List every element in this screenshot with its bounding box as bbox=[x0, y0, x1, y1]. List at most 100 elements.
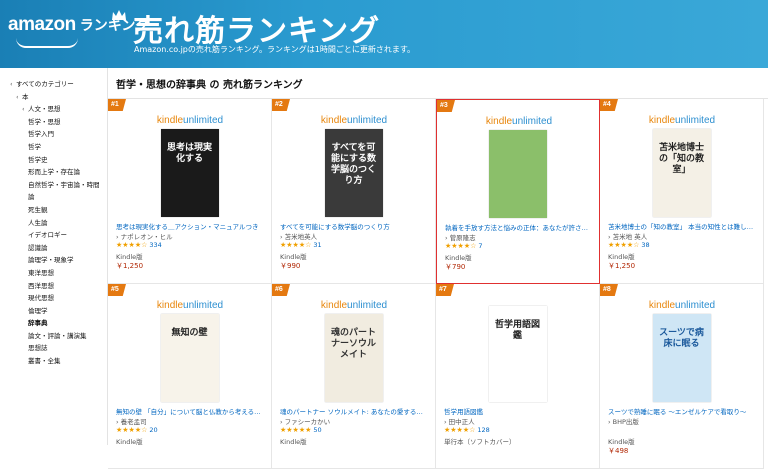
sidebar-item[interactable]: 倫理学 bbox=[10, 305, 107, 318]
book-title-link[interactable]: スーツで熟睡に眠る ～エンゼルケアで看取り～ bbox=[608, 406, 758, 416]
book-title-link[interactable]: 無知の壁 「自分」について脳と仏教から考える… bbox=[116, 406, 266, 416]
book-card[interactable]: #3 kindleunlimited 執着を手放す方法と悩みの正体：あなたが許さ… ›… bbox=[436, 99, 600, 284]
book-author: › ファシーカかい bbox=[280, 418, 331, 426]
page-subtitle: Amazon.co.jpの売れ筋ランキング。ランキングは1時間ごとに更新されます… bbox=[134, 45, 416, 54]
sidebar-item[interactable]: 辞事典 bbox=[10, 317, 107, 330]
star-rating[interactable]: ★★★★☆ 334 bbox=[116, 241, 162, 249]
book-title-link[interactable]: 苫米地博士の「知の教室」 本当の知性とは難し… bbox=[608, 221, 758, 231]
book-card[interactable]: #7 哲学用語図鑑 哲学用語図鑑 › 田中正人 ★★★★☆ 128 単行本（ソフトカバー） bbox=[436, 284, 600, 469]
sidebar-item[interactable]: ‹ 人文・思想 bbox=[10, 103, 107, 116]
book-title-link[interactable]: すべてを可能にする数学脳のつくり方 bbox=[280, 221, 430, 231]
book-format: Kindle版 bbox=[608, 253, 635, 261]
book-card[interactable]: #1 kindleunlimited 思考は現実化する 思考は現実化する＿アクション・… bbox=[108, 99, 272, 284]
sidebar-item[interactable]: イデオロギー bbox=[10, 229, 107, 242]
amazon-ranking-logo[interactable]: amazon ランキング bbox=[8, 14, 149, 48]
book-title-link[interactable]: 哲学用語図鑑 bbox=[444, 406, 594, 416]
book-cover-image[interactable]: 哲学用語図鑑 bbox=[488, 306, 547, 402]
book-cover-title: すべてを可能にする数学脳のつくり方 bbox=[330, 143, 377, 186]
sidebar-item[interactable]: 思想誌 bbox=[10, 342, 107, 355]
review-count[interactable]: 20 bbox=[149, 426, 157, 434]
book-card[interactable]: #5 kindleunlimited 無知の壁 無知の壁 「自分」について脳と仏教から… bbox=[108, 284, 272, 469]
sidebar-item-label: 叢書・全集 bbox=[28, 357, 61, 366]
sidebar-item[interactable]: 哲学 bbox=[10, 141, 107, 154]
book-author: › 菅原隆志 bbox=[445, 234, 476, 242]
star-rating[interactable]: ★★★★☆ 7 bbox=[445, 242, 483, 250]
kindle-unlimited-logo: kindleunlimited bbox=[600, 115, 764, 126]
sidebar-item[interactable]: 人生論 bbox=[10, 217, 107, 230]
sidebar-item[interactable]: 形而上学・存在論 bbox=[10, 166, 107, 179]
book-author: › 養老孟司 bbox=[116, 418, 147, 426]
rank-badge: #2 bbox=[272, 99, 290, 111]
book-cover-image[interactable]: 魂のパートナーソウルメイト bbox=[324, 314, 383, 402]
ku-unlimited-text: unlimited bbox=[347, 300, 388, 311]
stars-icon: ★★★★☆ bbox=[116, 241, 148, 249]
review-count[interactable]: 38 bbox=[641, 241, 649, 249]
sidebar-item[interactable]: 論 bbox=[10, 191, 107, 204]
stars-icon: ★★★★☆ bbox=[608, 241, 640, 249]
book-cover-title bbox=[489, 130, 547, 144]
sidebar-item[interactable]: 認識論 bbox=[10, 242, 107, 255]
book-cover-image[interactable]: スーツで病床に眠る bbox=[652, 314, 711, 402]
book-price: ￥990 bbox=[280, 262, 301, 270]
review-count[interactable]: 31 bbox=[313, 241, 321, 249]
sidebar-item[interactable]: 論文・評論・講演集 bbox=[10, 330, 107, 343]
book-format: Kindle版 bbox=[445, 254, 472, 262]
ku-unlimited-text: unlimited bbox=[183, 300, 224, 311]
star-rating[interactable]: ★★★★☆ 20 bbox=[116, 426, 158, 434]
sidebar-item[interactable]: 現代思想 bbox=[10, 292, 107, 305]
sidebar-item[interactable]: 東洋思想 bbox=[10, 267, 107, 280]
book-cover-image[interactable]: すべてを可能にする数学脳のつくり方 bbox=[324, 129, 383, 217]
book-title-link[interactable]: 思考は現実化する＿アクション・マニュアルつき bbox=[116, 221, 266, 231]
review-count[interactable]: 50 bbox=[313, 426, 321, 434]
sidebar-item-label: 論 bbox=[28, 193, 35, 202]
sidebar-item[interactable]: ‹ 本 bbox=[10, 91, 107, 104]
book-card[interactable]: #6 kindleunlimited 魂のパートナーソウルメイト 魂のパートナー ソウ… bbox=[272, 284, 436, 469]
sidebar-item-label: 現代思想 bbox=[28, 294, 54, 303]
sidebar-item[interactable]: 西洋思想 bbox=[10, 280, 107, 293]
sidebar-item-label: 哲学 bbox=[28, 142, 41, 151]
sidebar-item[interactable]: 論理学・現象学 bbox=[10, 254, 107, 267]
star-rating[interactable]: ★★★★★ 50 bbox=[280, 426, 322, 434]
kindle-unlimited-logo: kindleunlimited bbox=[272, 115, 436, 126]
sidebar-item[interactable]: 自然哲学・宇宙論・時間 bbox=[10, 179, 107, 192]
review-count[interactable]: 128 bbox=[477, 426, 489, 434]
sidebar-item[interactable]: 死生観 bbox=[10, 204, 107, 217]
sidebar-item[interactable]: 哲学史 bbox=[10, 154, 107, 167]
sidebar-item-label: 本 bbox=[22, 92, 29, 101]
header-banner: amazon ランキング 売れ筋ランキング Amazon.co.jpの売れ筋ランキ… bbox=[0, 0, 768, 68]
star-rating[interactable]: ★★★★☆ 38 bbox=[608, 241, 650, 249]
review-count[interactable]: 7 bbox=[478, 242, 482, 250]
sidebar-item[interactable]: 哲学・思想 bbox=[10, 116, 107, 129]
ku-unlimited-text: unlimited bbox=[675, 115, 716, 126]
book-cover-image[interactable]: 苫米地博士の「知の教室」 bbox=[652, 129, 711, 217]
ku-unlimited-text: unlimited bbox=[512, 116, 553, 127]
book-cover-image[interactable]: 思考は現実化する bbox=[160, 129, 219, 217]
star-rating[interactable]: ★★★★☆ 31 bbox=[280, 241, 322, 249]
book-price: ￥1,250 bbox=[608, 262, 636, 270]
star-rating[interactable]: ★★★★☆ 128 bbox=[444, 426, 490, 434]
book-cover-title: スーツで病床に眠る bbox=[659, 328, 704, 349]
sidebar-item-label: 人文・思想 bbox=[28, 105, 61, 114]
sidebar-item[interactable]: 哲学入門 bbox=[10, 128, 107, 141]
sidebar-item-label: 西洋思想 bbox=[28, 281, 54, 290]
book-card[interactable]: #2 kindleunlimited すべてを可能にする数学脳のつくり方 すべてを可能… bbox=[272, 99, 436, 284]
sidebar-item-label: 倫理学 bbox=[28, 306, 48, 315]
sidebar-item[interactable]: ‹ すべてのカテゴリー bbox=[10, 78, 107, 91]
ku-kindle-text: kindle bbox=[648, 300, 676, 311]
book-cover-title: 魂のパートナーソウルメイト bbox=[330, 328, 376, 360]
book-card[interactable]: #8 kindleunlimited スーツで病床に眠る スーツで熟睡に眠る ～エンゼ… bbox=[600, 284, 764, 469]
book-price: ￥498 bbox=[608, 447, 629, 455]
sidebar-item-label: 哲学史 bbox=[28, 155, 48, 164]
book-cover-image[interactable]: 無知の壁 bbox=[160, 314, 219, 402]
sidebar-item[interactable]: 叢書・全集 bbox=[10, 355, 107, 368]
book-card[interactable]: #4 kindleunlimited 苫米地博士の「知の教室」 苫米地博士の「知の教室… bbox=[600, 99, 764, 284]
stars-icon: ★★★★☆ bbox=[444, 426, 476, 434]
book-price: ￥1,250 bbox=[116, 262, 144, 270]
book-title-link[interactable]: 魂のパートナー ソウルメイト: あなたの愛する… bbox=[280, 406, 430, 416]
stars-icon: ★★★★★ bbox=[280, 426, 312, 434]
book-cover-image[interactable] bbox=[489, 130, 547, 218]
book-format: Kindle版 bbox=[116, 253, 143, 261]
book-title-link[interactable]: 執着を手放す方法と悩みの正体：あなたが許さ… bbox=[445, 222, 595, 232]
crown-icon bbox=[112, 10, 126, 20]
review-count[interactable]: 334 bbox=[149, 241, 161, 249]
